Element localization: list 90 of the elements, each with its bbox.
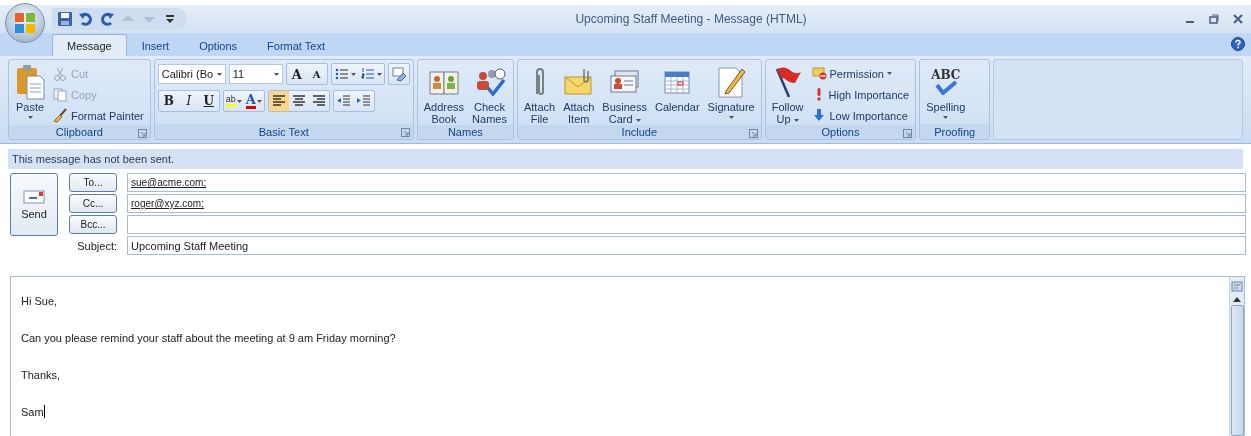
business-card-icon (609, 68, 640, 96)
subject-label: Subject: (76, 239, 117, 252)
bold-button[interactable]: B (158, 91, 179, 111)
numbered-list-icon (359, 66, 376, 82)
address-button[interactable]: Cc... (69, 194, 117, 213)
dropdown-arrow-icon (273, 72, 279, 76)
group-label: Basic Text (258, 125, 309, 138)
underline-button[interactable]: U (198, 91, 219, 111)
save-button[interactable] (56, 10, 74, 28)
group-label: Names (447, 126, 483, 138)
document-pen-icon (716, 65, 747, 99)
scroll-up-icon (1232, 295, 1242, 303)
ruler-icon (1231, 279, 1243, 293)
ribbon-button[interactable]: Attach Item (560, 63, 598, 125)
address-field[interactable]: roger@xyz.com; (127, 194, 1246, 213)
ribbon-button[interactable]: Attach File (520, 63, 559, 125)
envelope-icon (563, 67, 594, 97)
envelope-icon (23, 189, 45, 204)
help-icon (1231, 36, 1245, 51)
undo-button[interactable] (77, 10, 95, 28)
envelope-restricted-icon (811, 66, 827, 81)
address-field[interactable] (127, 215, 1246, 234)
highlight-button[interactable]: ab (223, 91, 244, 111)
shrink-font-button[interactable]: A (306, 64, 327, 84)
ribbon-button[interactable]: High Importance (808, 85, 913, 104)
exclamation-icon (816, 87, 821, 102)
group-label: Options (821, 126, 860, 138)
scroll-thumb[interactable] (1230, 305, 1244, 436)
redo-icon (99, 11, 115, 27)
ribbon-button[interactable]: Business Card (599, 63, 650, 125)
ribbon-button[interactable]: Low Importance (808, 106, 913, 125)
office-logo-icon (13, 11, 37, 35)
ribbon-tab[interactable]: Insert (126, 34, 185, 56)
decrease-indent-icon (335, 93, 352, 109)
clipboard-icon (15, 64, 45, 100)
ribbon-tab[interactable]: Format Text (252, 34, 340, 56)
close-icon[interactable] (1233, 14, 1243, 24)
save-icon (57, 11, 73, 27)
font-color-button[interactable]: A (243, 91, 264, 111)
group-label: Proofing (934, 125, 976, 138)
dropdown-arrow-icon (350, 72, 356, 76)
dropdown-arrow-icon (216, 72, 222, 76)
ribbon-button[interactable]: Paste (12, 63, 48, 119)
undo-icon (78, 11, 94, 27)
bullet-list-icon (333, 66, 350, 82)
address-field[interactable]: sue@acme.com; (127, 173, 1246, 192)
brush-icon (53, 108, 68, 123)
message-paragraph: Hi Sue, (21, 294, 59, 309)
scissors-icon (53, 66, 68, 81)
calendar-icon (663, 68, 692, 96)
align-center-icon (290, 93, 307, 109)
message-paragraph: Thanks, (21, 368, 62, 383)
eraser-icon (390, 66, 407, 82)
ribbon-tab[interactable]: Options (184, 34, 253, 56)
dropdown-arrow-icon (376, 72, 382, 76)
italic-button[interactable]: I (178, 91, 199, 111)
ribbon-button[interactable]: Signature (704, 63, 758, 119)
align-right-icon (310, 93, 327, 109)
group-label: Include (621, 126, 658, 138)
dropdown-arrow-icon (256, 99, 262, 103)
grow-font-button[interactable]: A (286, 64, 307, 84)
ribbon-button[interactable]: Format Painter (50, 106, 147, 125)
address-button[interactable]: Bcc... (69, 215, 117, 234)
font-size-field[interactable]: 11 (228, 64, 283, 84)
restore-icon[interactable] (1209, 14, 1219, 24)
ribbon-button[interactable]: Follow Up (768, 63, 807, 125)
message-paragraph: Can you please remind your staff about the meeting at 9 am Friday morning? (21, 331, 397, 346)
subject-field[interactable]: Upcoming Staff Meeting (127, 236, 1246, 255)
dropdown-arrow-icon (236, 99, 242, 103)
scrollbar[interactable] (1229, 277, 1244, 436)
down-arrow-icon (811, 108, 827, 123)
ribbon-button[interactable]: Address Book (420, 63, 468, 125)
message-paragraph: Sam (21, 404, 46, 420)
increase-indent-icon (355, 93, 372, 109)
ribbon-tab[interactable]: Message (52, 34, 127, 56)
send-button[interactable]: Send (10, 173, 58, 236)
info-bar: This message has not been sent. (8, 149, 1243, 169)
ribbon-button[interactable]: Calendar (651, 63, 703, 113)
group-label: Clipboard (55, 126, 103, 138)
copy-icon (53, 87, 68, 102)
ribbon-button[interactable]: Check Names (469, 63, 510, 125)
ribbon-button[interactable]: ABC Spelling (923, 63, 969, 119)
address-button[interactable]: To... (69, 173, 117, 192)
font-name-field[interactable]: Calibri (Bo (157, 64, 226, 84)
align-left-button[interactable] (268, 91, 289, 111)
ribbon-button[interactable]: Permission (808, 64, 913, 83)
text-cursor (43, 405, 45, 418)
window-title: Upcoming Staff Meeting - Message (HTML) (574, 12, 808, 26)
redo-button[interactable] (98, 10, 116, 28)
align-left-icon (270, 93, 287, 109)
